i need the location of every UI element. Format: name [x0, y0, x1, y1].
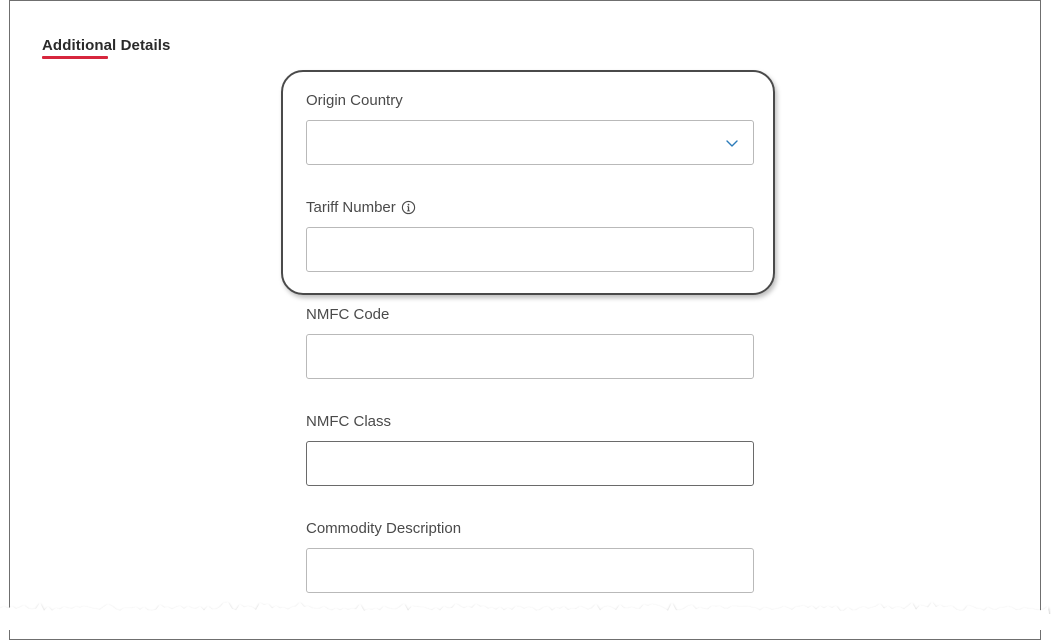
nmfc-code-label: NMFC Code — [306, 306, 389, 323]
tariff-number-input[interactable] — [306, 227, 754, 272]
nmfc-class-label-text: NMFC Class — [306, 413, 391, 430]
origin-country-label-text: Origin Country — [306, 92, 403, 109]
commodity-description-label: Commodity Description — [306, 520, 461, 537]
section-title: Additional Details — [42, 37, 171, 54]
nmfc-class-label: NMFC Class — [306, 413, 391, 430]
info-icon[interactable] — [401, 200, 416, 215]
origin-country-label: Origin Country — [306, 92, 403, 109]
chevron-down-icon — [726, 140, 738, 147]
commodity-description-label-text: Commodity Description — [306, 520, 462, 537]
nmfc-code-input[interactable] — [306, 334, 754, 379]
nmfc-code-label-text: NMFC Code — [306, 306, 390, 323]
section-title-underline — [42, 56, 108, 59]
origin-country-select[interactable] — [306, 120, 754, 165]
tariff-number-label-text: Tariff Number — [306, 199, 396, 216]
torn-edge-decoration — [0, 602, 1051, 630]
nmfc-class-input[interactable] — [306, 441, 754, 486]
commodity-description-input[interactable] — [306, 548, 754, 593]
tariff-number-label: Tariff Number — [306, 199, 416, 216]
